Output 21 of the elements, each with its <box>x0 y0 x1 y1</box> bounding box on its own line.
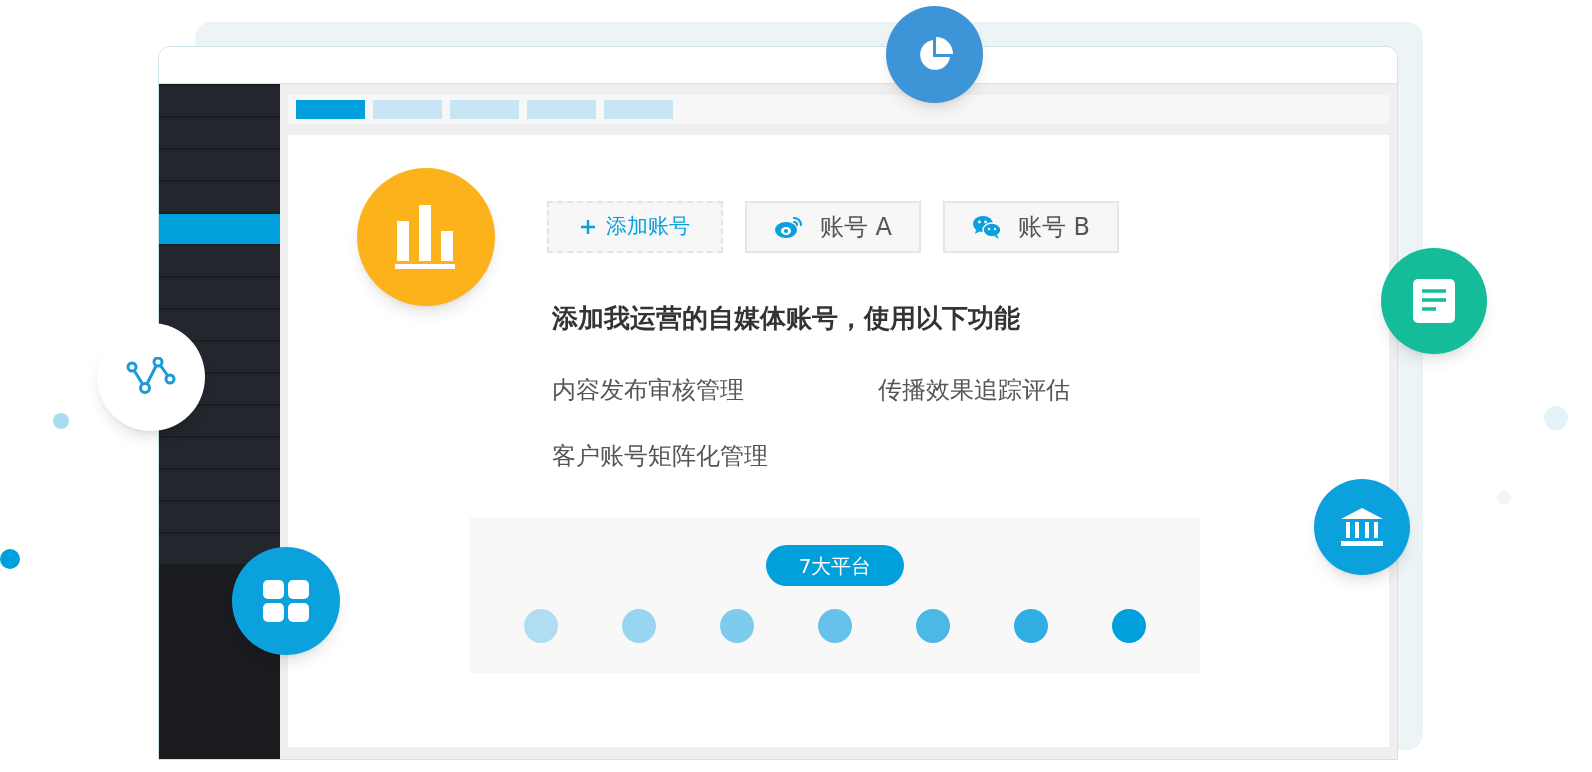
feature-text: 传播效果追踪评估 <box>878 375 1071 406</box>
eye-logo-icon <box>773 214 804 240</box>
document-icon <box>1413 279 1455 323</box>
account-button[interactable]: 账号 B <box>943 201 1119 253</box>
tab[interactable] <box>604 100 673 119</box>
sidebar-item[interactable] <box>159 310 280 340</box>
network-nodes-icon <box>126 357 176 397</box>
headline: 添加我运营的自媒体账号，使用以下功能 <box>552 302 1021 335</box>
feature-text: 内容发布审核管理 <box>552 375 745 406</box>
tab[interactable] <box>296 100 365 119</box>
tab[interactable] <box>527 100 596 119</box>
account-button[interactable]: 账号 A <box>745 201 921 253</box>
plus-icon <box>580 219 596 235</box>
chat-bubbles-icon <box>971 214 1002 240</box>
feature-text: 客户账号矩阵化管理 <box>552 441 769 472</box>
tab[interactable] <box>373 100 442 119</box>
bank-icon <box>1341 508 1383 546</box>
grid-icon <box>263 580 309 622</box>
bar-chart-icon <box>395 205 457 269</box>
platform-count-badge: 7大平台 <box>766 545 904 586</box>
tab[interactable] <box>450 100 519 119</box>
